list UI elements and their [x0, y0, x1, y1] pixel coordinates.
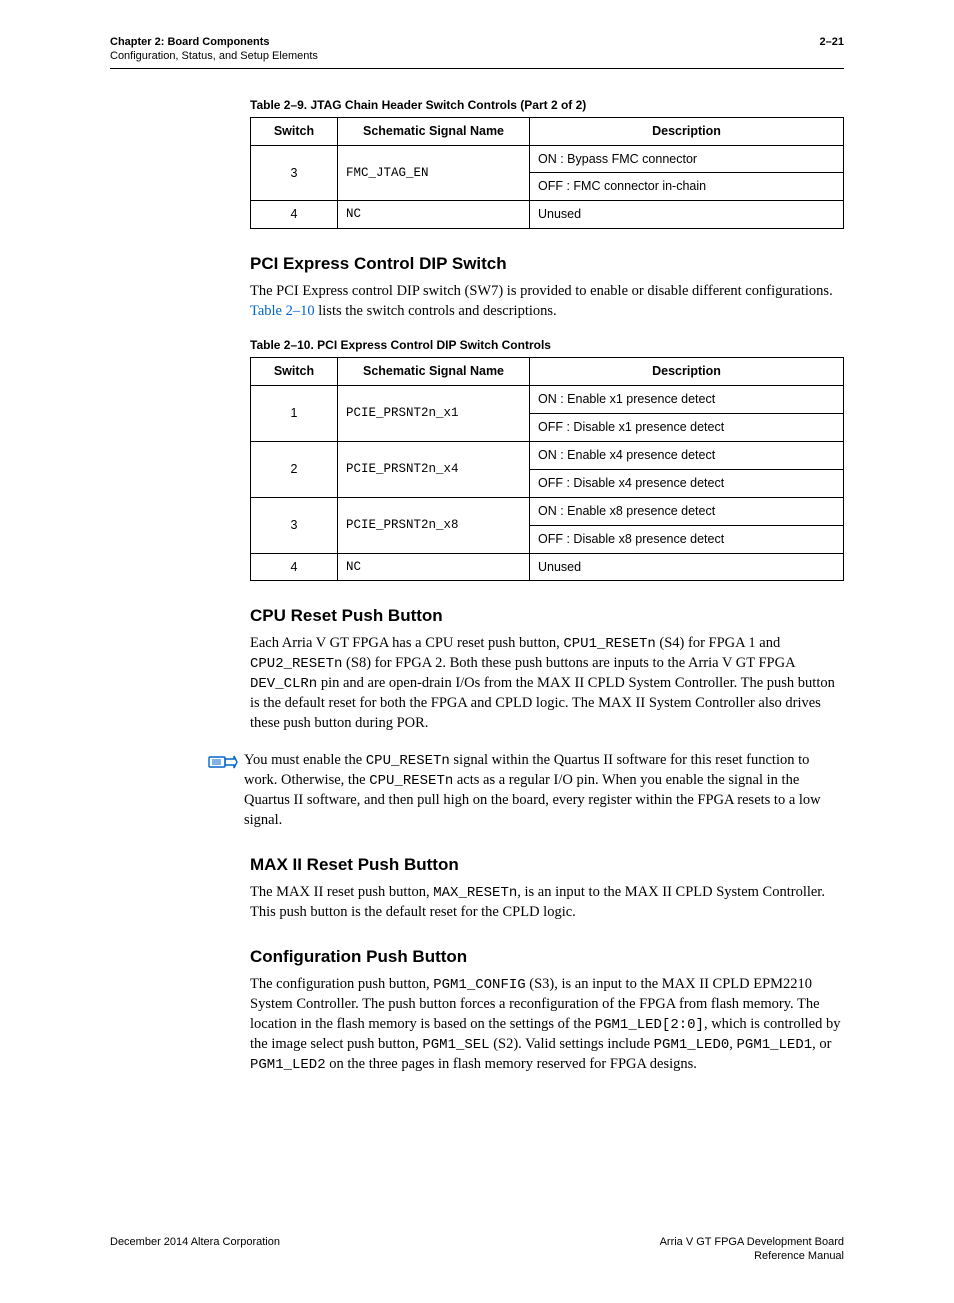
- table-2-9: Switch Schematic Signal Name Description…: [250, 117, 844, 230]
- doc-title: Arria V GT FPGA Development Board: [660, 1236, 844, 1248]
- text: , or: [812, 1036, 831, 1052]
- text: Each Arria V GT FPGA has a CPU reset pus…: [250, 635, 563, 651]
- code-text: MAX_RESETn: [433, 885, 517, 901]
- main-content-2: MAX II Reset Push Button The MAX II rese…: [250, 854, 844, 1074]
- cell-desc: OFF : FMC connector in-chain: [530, 173, 844, 201]
- col-signal: Schematic Signal Name: [338, 117, 530, 145]
- text: lists the switch controls and descriptio…: [315, 303, 557, 319]
- cell-signal: NC: [338, 553, 530, 581]
- text: on the three pages in flash memory reser…: [326, 1056, 697, 1072]
- heading-max2-reset: MAX II Reset Push Button: [250, 854, 844, 877]
- cell-switch: 3: [251, 145, 338, 201]
- code-text: CPU_RESETn: [369, 773, 453, 789]
- text: The MAX II reset push button,: [250, 884, 433, 900]
- col-signal: Schematic Signal Name: [338, 358, 530, 386]
- footer-left: December 2014 Altera Corporation: [110, 1235, 280, 1264]
- section-label: Configuration, Status, and Setup Element…: [110, 50, 318, 62]
- code-text: PGM1_SEL: [422, 1037, 489, 1053]
- cell-switch: 4: [251, 553, 338, 581]
- text: You must enable the: [244, 752, 366, 768]
- cell-signal: FMC_JTAG_EN: [338, 145, 530, 201]
- link-table-2-10[interactable]: Table 2–10: [250, 303, 315, 319]
- cell-desc: ON : Bypass FMC connector: [530, 145, 844, 173]
- paragraph: Each Arria V GT FPGA has a CPU reset pus…: [250, 634, 844, 733]
- cell-desc: Unused: [530, 553, 844, 581]
- header-left: Chapter 2: Board Components Configuratio…: [110, 36, 318, 64]
- code-text: CPU2_RESETn: [250, 656, 342, 672]
- heading-config-button: Configuration Push Button: [250, 946, 844, 969]
- cell-signal: PCIE_PRSNT2n_x1: [338, 386, 530, 442]
- text: pin and are open-drain I/Os from the MAX…: [250, 675, 835, 730]
- heading-pci: PCI Express Control DIP Switch: [250, 253, 844, 276]
- text: The PCI Express control DIP switch (SW7)…: [250, 283, 833, 299]
- code-text: DEV_CLRn: [250, 676, 317, 692]
- doc-subtitle: Reference Manual: [754, 1250, 844, 1262]
- table-row: 4NCUnused: [251, 553, 844, 581]
- page-header: Chapter 2: Board Components Configuratio…: [110, 36, 844, 69]
- page-footer: December 2014 Altera Corporation Arria V…: [110, 1235, 844, 1264]
- cell-signal: PCIE_PRSNT2n_x4: [338, 442, 530, 498]
- table-header-row: Switch Schematic Signal Name Description: [251, 117, 844, 145]
- code-text: PGM1_LED2: [250, 1057, 326, 1073]
- code-text: CPU_RESETn: [366, 753, 450, 769]
- heading-cpu-reset: CPU Reset Push Button: [250, 605, 844, 628]
- paragraph: The MAX II reset push button, MAX_RESETn…: [250, 883, 844, 922]
- cell-switch: 2: [251, 442, 338, 498]
- footer-right: Arria V GT FPGA Development Board Refere…: [660, 1235, 844, 1264]
- cell-desc: OFF : Disable x8 presence detect: [530, 525, 844, 553]
- text: (S4) for FPGA 1 and: [656, 635, 780, 651]
- code-text: PGM1_LED0: [654, 1037, 730, 1053]
- text: The configuration push button,: [250, 976, 433, 992]
- cell-desc: ON : Enable x1 presence detect: [530, 386, 844, 414]
- cell-signal: PCIE_PRSNT2n_x8: [338, 497, 530, 553]
- main-content: Table 2–9. JTAG Chain Header Switch Cont…: [250, 97, 844, 734]
- cell-signal: NC: [338, 201, 530, 229]
- cell-switch: 4: [251, 201, 338, 229]
- note-hand-icon: [208, 751, 244, 771]
- table-row: 1PCIE_PRSNT2n_x1ON : Enable x1 presence …: [251, 386, 844, 414]
- text: (S8) for FPGA 2. Both these push buttons…: [342, 655, 794, 671]
- cell-desc: Unused: [530, 201, 844, 229]
- cell-desc: OFF : Disable x4 presence detect: [530, 469, 844, 497]
- text: ,: [729, 1036, 736, 1052]
- note-text: You must enable the CPU_RESETn signal wi…: [244, 751, 844, 830]
- cell-desc: ON : Enable x4 presence detect: [530, 442, 844, 470]
- paragraph: The PCI Express control DIP switch (SW7)…: [250, 282, 844, 321]
- code-text: CPU1_RESETn: [563, 636, 655, 652]
- table-header-row: Switch Schematic Signal Name Description: [251, 358, 844, 386]
- table-row: 3PCIE_PRSNT2n_x8ON : Enable x8 presence …: [251, 497, 844, 525]
- code-text: PGM1_LED[2:0]: [595, 1017, 704, 1033]
- code-text: PGM1_CONFIG: [433, 977, 525, 993]
- table-2-10: Switch Schematic Signal Name Description…: [250, 357, 844, 581]
- table-2-10-caption: Table 2–10. PCI Express Control DIP Swit…: [250, 337, 844, 353]
- cell-desc: OFF : Disable x1 presence detect: [530, 414, 844, 442]
- note-block: You must enable the CPU_RESETn signal wi…: [208, 751, 844, 830]
- text: (S2). Valid settings include: [490, 1036, 654, 1052]
- col-switch: Switch: [251, 358, 338, 386]
- cell-switch: 3: [251, 497, 338, 553]
- table-2-9-caption: Table 2–9. JTAG Chain Header Switch Cont…: [250, 97, 844, 113]
- col-desc: Description: [530, 117, 844, 145]
- chapter-label: Chapter 2: Board Components: [110, 36, 270, 48]
- page-number: 2–21: [820, 36, 844, 64]
- col-desc: Description: [530, 358, 844, 386]
- code-text: PGM1_LED1: [737, 1037, 813, 1053]
- table-row: 3 FMC_JTAG_EN ON : Bypass FMC connector: [251, 145, 844, 173]
- table-row: 2PCIE_PRSNT2n_x4ON : Enable x4 presence …: [251, 442, 844, 470]
- col-switch: Switch: [251, 117, 338, 145]
- paragraph: The configuration push button, PGM1_CONF…: [250, 975, 844, 1074]
- cell-desc: ON : Enable x8 presence detect: [530, 497, 844, 525]
- cell-switch: 1: [251, 386, 338, 442]
- table-row: 4 NC Unused: [251, 201, 844, 229]
